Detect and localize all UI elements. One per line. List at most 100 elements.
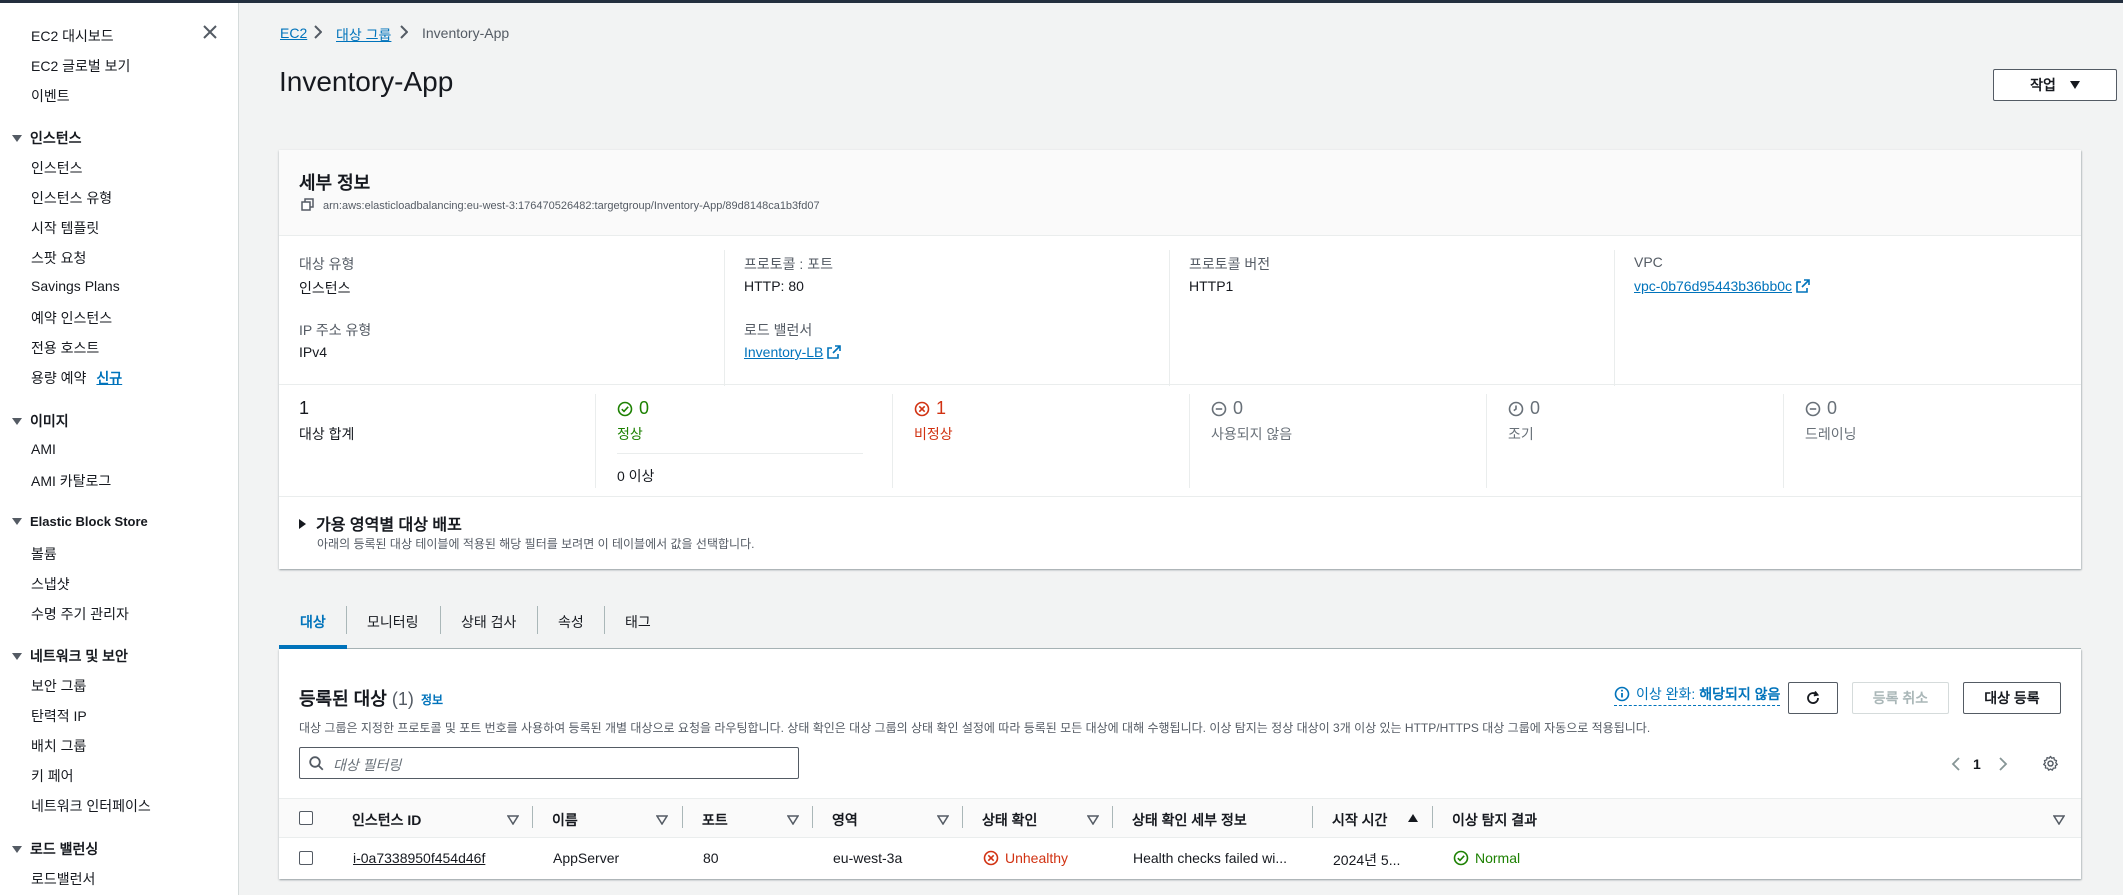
load-balancer-link[interactable]: Inventory-LB — [744, 344, 842, 360]
draining-count[interactable]: 0 — [1805, 398, 1837, 419]
sidebar-section-network[interactable]: 네트워크 및 보안 — [12, 646, 128, 666]
sidebar-item-ec2-global-view[interactable]: EC2 글로벌 보기 — [31, 56, 130, 76]
target-filter-input[interactable]: 대상 필터링 — [299, 747, 799, 779]
refresh-icon — [1807, 690, 1820, 704]
actions-button[interactable]: 작업 — [1993, 69, 2117, 101]
sort-icon[interactable] — [787, 815, 799, 825]
ip-type-value: IPv4 — [299, 344, 328, 360]
sidebar-item-lifecycle-manager[interactable]: 수명 주기 관리자 — [31, 604, 129, 624]
breadcrumb-ec2[interactable]: EC2 — [280, 25, 307, 41]
health-detail: Health checks failed wi... — [1133, 850, 1288, 866]
az-distribution-toggle[interactable]: 가용 영역별 대상 배포 — [299, 511, 462, 535]
sidebar-item-placement-groups[interactable]: 배치 그룹 — [31, 736, 86, 756]
sidebar-item-events[interactable]: 이벤트 — [31, 86, 70, 106]
divider — [1783, 394, 1784, 488]
sidebar-item-elastic-ips[interactable]: 탄력적 IP — [31, 706, 87, 726]
vpc-link[interactable]: vpc-0b76d95443b36bb0c — [1634, 278, 1810, 294]
sidebar-item-snapshots[interactable]: 스냅샷 — [31, 574, 70, 594]
divider — [892, 394, 893, 488]
register-targets-button[interactable]: 대상 등록 — [1963, 682, 2061, 714]
tab-attributes[interactable]: 속성 — [558, 612, 584, 632]
deregister-button[interactable]: 등록 취소 — [1852, 682, 1949, 714]
divider — [1169, 250, 1170, 386]
new-badge[interactable]: 신규 — [96, 370, 122, 386]
healthy-count[interactable]: 0 — [617, 398, 649, 419]
top-border — [0, 0, 2123, 3]
column-name[interactable]: 이름 — [552, 810, 578, 830]
breadcrumb-target-groups[interactable]: 대상 그룹 — [336, 25, 391, 45]
sort-icon[interactable] — [2053, 815, 2065, 825]
column-anomaly-result[interactable]: 이상 탐지 결과 — [1452, 810, 1537, 830]
check-circle-icon — [617, 401, 633, 417]
sidebar-item-spot-requests[interactable]: 스팟 요청 — [31, 248, 86, 268]
select-all-checkbox[interactable] — [299, 811, 313, 825]
chevron-right-icon — [314, 25, 322, 39]
column-port[interactable]: 포트 — [702, 810, 728, 830]
sort-icon[interactable] — [656, 815, 668, 825]
sort-icon[interactable] — [1087, 815, 1099, 825]
sidebar-item-capacity-reservations[interactable]: 용량 예약 신규 — [31, 368, 122, 388]
caret-down-icon — [12, 417, 22, 425]
sidebar-item-load-balancers[interactable]: 로드밸런서 — [31, 869, 95, 889]
sidebar-item-dedicated-hosts[interactable]: 전용 호스트 — [31, 338, 99, 358]
column-divider — [1312, 806, 1313, 828]
column-instance-id[interactable]: 인스턴스 ID — [352, 810, 421, 830]
sidebar-item-savings-plans[interactable]: Savings Plans — [31, 278, 120, 294]
external-link-icon — [827, 345, 842, 359]
details-title: 세부 정보 — [299, 173, 371, 193]
chevron-right-icon[interactable] — [1998, 756, 2008, 772]
refresh-button[interactable] — [1788, 682, 1838, 714]
sort-icon[interactable] — [507, 815, 519, 825]
initial-label: 조기 — [1508, 426, 1534, 442]
caret-down-icon — [12, 652, 22, 660]
initial-count[interactable]: 0 — [1508, 398, 1540, 419]
page-number[interactable]: 1 — [1973, 756, 1981, 772]
sidebar-item-network-interfaces[interactable]: 네트워크 인터페이스 — [31, 796, 151, 816]
sidebar-section-load-balancing[interactable]: 로드 밸런싱 — [12, 839, 98, 859]
sidebar-section-instances[interactable]: 인스턴스 — [12, 128, 82, 148]
sidebar-item-reserved-instances[interactable]: 예약 인스턴스 — [31, 308, 112, 328]
column-divider — [962, 806, 963, 828]
tab-tags[interactable]: 태그 — [625, 612, 651, 632]
sidebar-item-instances[interactable]: 인스턴스 — [31, 158, 83, 178]
sidebar-item-ami[interactable]: AMI — [31, 441, 56, 457]
tab-monitoring[interactable]: 모니터링 — [367, 612, 419, 632]
copy-icon[interactable] — [301, 198, 314, 211]
row-checkbox[interactable] — [299, 851, 313, 865]
divider — [1486, 394, 1487, 488]
column-launch-time[interactable]: 시작 시간 — [1332, 810, 1387, 830]
sidebar-section-images[interactable]: 이미지 — [12, 411, 69, 431]
target-type-value: 인스턴스 — [299, 280, 351, 296]
sidebar-item-security-groups[interactable]: 보안 그룹 — [31, 676, 86, 696]
unused-count[interactable]: 0 — [1211, 398, 1243, 419]
column-health-details[interactable]: 상태 확인 세부 정보 — [1132, 810, 1247, 830]
tab-health-checks[interactable]: 상태 검사 — [461, 612, 516, 632]
health-status: Unhealthy — [983, 850, 1068, 866]
column-zone[interactable]: 영역 — [832, 810, 858, 830]
sidebar-nav: EC2 대시보드 EC2 글로벌 보기 이벤트 인스턴스 인스턴스 인스턴스 유… — [0, 3, 239, 895]
page-title: Inventory-App — [279, 66, 454, 97]
info-link[interactable]: 정보 — [421, 691, 443, 708]
sidebar-item-launch-templates[interactable]: 시작 템플릿 — [31, 218, 99, 238]
pagination-spacer — [2032, 764, 2033, 765]
close-icon[interactable] — [199, 21, 221, 43]
instance-id-link[interactable]: i-0a7338950f454d46f — [353, 850, 485, 866]
sidebar-item-volumes[interactable]: 볼륨 — [31, 544, 57, 564]
gear-icon[interactable] — [2042, 755, 2059, 772]
column-health-status[interactable]: 상태 확인 — [982, 810, 1037, 830]
unhealthy-count[interactable]: 1 — [914, 398, 946, 419]
sort-ascending-icon[interactable] — [1407, 813, 1419, 823]
chevron-right-icon — [400, 25, 408, 39]
sidebar-section-ebs[interactable]: Elastic Block Store — [12, 514, 148, 529]
divider — [617, 453, 863, 454]
details-header — [279, 150, 2081, 236]
anomaly-mitigation-status[interactable]: 이상 완화: 해당되지 않음 — [1614, 684, 1781, 706]
registered-targets-desc: 대상 그룹은 지정한 프로토콜 및 포트 번호를 사용하여 등록된 개별 대상으… — [299, 721, 1651, 735]
sidebar-item-ec2-dashboard[interactable]: EC2 대시보드 — [31, 26, 114, 46]
sort-icon[interactable] — [937, 815, 949, 825]
chevron-left-icon[interactable] — [1951, 756, 1961, 772]
tab-targets[interactable]: 대상 — [300, 612, 326, 632]
sidebar-item-instance-types[interactable]: 인스턴스 유형 — [31, 188, 112, 208]
sidebar-item-key-pairs[interactable]: 키 페어 — [31, 766, 74, 786]
sidebar-item-ami-catalog[interactable]: AMI 카탈로그 — [31, 471, 111, 491]
